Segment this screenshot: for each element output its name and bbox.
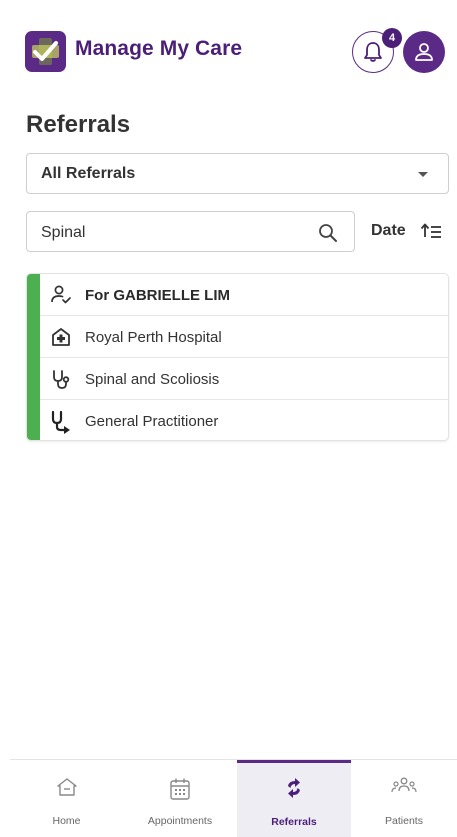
bell-icon bbox=[364, 42, 382, 62]
referral-referrer-row: General Practitioner bbox=[40, 400, 448, 440]
app-title: Manage My Care bbox=[75, 37, 243, 60]
referral-specialty-row: Spinal and Scoliosis bbox=[40, 358, 448, 400]
nav-item-referrals[interactable]: Referrals bbox=[237, 760, 351, 837]
nav-item-home[interactable]: Home bbox=[10, 760, 123, 837]
stethoscope-icon bbox=[53, 370, 70, 389]
status-bar bbox=[27, 274, 40, 440]
page-title: Referrals bbox=[26, 111, 131, 138]
search-input-value: Spinal bbox=[41, 224, 86, 241]
referral-patient-row: For GABRIELLE LIM bbox=[40, 274, 448, 316]
nav-item-home-label: Home bbox=[52, 815, 81, 827]
search-input[interactable]: Spinal bbox=[26, 211, 355, 252]
home-icon bbox=[56, 778, 77, 796]
nav-item-referrals-label: Referrals bbox=[271, 816, 317, 828]
nav-item-patients-label: Patients bbox=[385, 815, 423, 827]
chevron-down-icon bbox=[418, 172, 428, 177]
referrals-icon bbox=[288, 778, 300, 798]
hospital-icon bbox=[52, 328, 70, 346]
sort-ascending-icon[interactable] bbox=[420, 222, 442, 240]
patients-icon bbox=[391, 777, 417, 793]
referral-card[interactable]: For GABRIELLE LIM Royal Perth Hospital S… bbox=[26, 273, 449, 441]
stethoscope-arrow-icon bbox=[51, 410, 70, 434]
user-icon bbox=[415, 43, 433, 61]
search-icon[interactable] bbox=[318, 223, 338, 243]
referral-hospital-row: Royal Perth Hospital bbox=[40, 316, 448, 358]
bottom-navigation: Home Appointments Referrals Patients bbox=[10, 759, 457, 837]
calendar-icon bbox=[170, 778, 190, 800]
referral-specialty-text: Spinal and Scoliosis bbox=[85, 371, 220, 388]
nav-item-patients[interactable]: Patients bbox=[351, 760, 457, 837]
app-logo bbox=[25, 31, 66, 72]
profile-button[interactable] bbox=[403, 31, 445, 73]
person-check-icon bbox=[51, 285, 71, 304]
app-header: Manage My Care 4 bbox=[0, 0, 457, 100]
sort-label[interactable]: Date bbox=[371, 222, 406, 240]
nav-item-appointments[interactable]: Appointments bbox=[123, 760, 237, 837]
referral-patient-text: For GABRIELLE LIM bbox=[85, 287, 230, 304]
referral-filter-value: All Referrals bbox=[41, 165, 136, 182]
referral-referrer-text: General Practitioner bbox=[85, 413, 219, 430]
referral-hospital-text: Royal Perth Hospital bbox=[85, 329, 222, 346]
referral-filter-select[interactable]: All Referrals bbox=[26, 153, 449, 194]
nav-item-appointments-label: Appointments bbox=[147, 815, 213, 827]
notification-count-badge: 4 bbox=[382, 28, 402, 48]
